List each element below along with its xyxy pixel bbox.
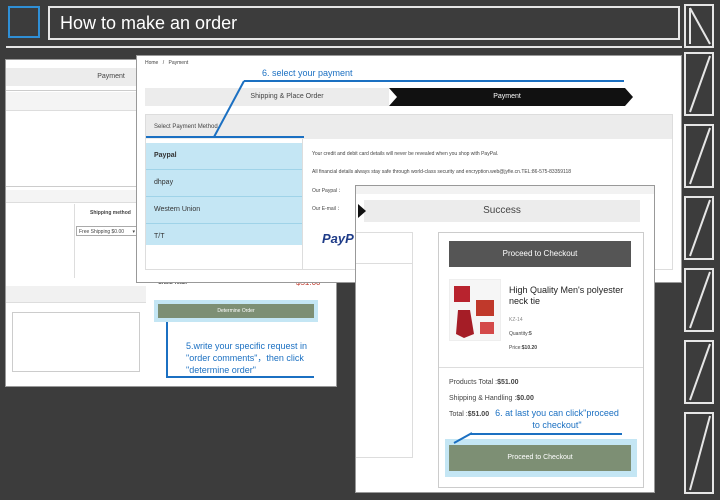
callout-5-text: 5.write your specific request in "order …: [186, 341, 308, 375]
slash-icon: [689, 343, 711, 401]
method-dhpay[interactable]: dhpay: [146, 170, 302, 197]
slash-icon: [689, 415, 711, 491]
slash-icon: [689, 271, 711, 329]
quantity-row: Quantity:5: [509, 331, 532, 337]
shipping-row: Shipping & Handling :$0.00: [449, 395, 534, 402]
success-top-strip: [356, 186, 654, 194]
method-tt[interactable]: T/T: [146, 224, 302, 250]
total-row: Total :$51.00: [449, 411, 489, 418]
header-divider: [6, 46, 682, 48]
products-total-row: Products Total :$51.00: [449, 379, 519, 386]
side-deco-4: [684, 268, 714, 332]
product-name[interactable]: High Quality Men's polyester neck tie: [509, 285, 633, 307]
callout-7-text: 6. at last you can click"proceed to chec…: [495, 408, 619, 430]
success-left-header: [356, 233, 412, 264]
total-label: Total :: [449, 411, 468, 418]
paypal-info-1: Your credit and debit card details will …: [312, 151, 499, 157]
callout-7-underline: [470, 433, 622, 435]
products-total-value: $51.00: [497, 379, 519, 386]
breadcrumb-current: Payment: [168, 60, 189, 66]
slash-icon: [689, 7, 711, 45]
shipping-label: Shipping & Handling :: [449, 395, 517, 402]
slash-icon: [689, 199, 711, 257]
side-deco-top: [684, 4, 714, 48]
order-comments-textarea[interactable]: [12, 312, 140, 372]
success-left-column: [356, 232, 413, 458]
determine-order-button[interactable]: Determine Order: [158, 304, 314, 318]
side-deco-2: [684, 124, 714, 188]
step-shipping: Shipping & Place Order: [145, 88, 389, 106]
section-header: [6, 92, 146, 111]
step-arrow-icon: [358, 204, 366, 218]
method-western-union[interactable]: Western Union: [146, 197, 302, 224]
divider: [6, 186, 146, 187]
column-divider: [74, 204, 75, 278]
payment-method-list: Paypal dhpay Western Union T/T: [146, 143, 302, 245]
paypal-info-2: All financial details always stay safe t…: [312, 169, 572, 175]
our-email-label: Our E-mail ：: [312, 206, 343, 212]
proceed-checkout-top-button[interactable]: Proceed to Checkout: [449, 241, 631, 267]
breadcrumb-separator: /: [162, 60, 165, 66]
chevron-down-icon: ▾: [132, 229, 135, 235]
side-deco-3: [684, 196, 714, 260]
order-comments-header: [6, 286, 146, 303]
paypal-logo: PayP: [322, 231, 354, 246]
side-deco-5: [684, 340, 714, 404]
slash-icon: [689, 55, 711, 113]
slash-icon: [689, 127, 711, 185]
callout-5-line: [166, 322, 168, 376]
callout-7-pointer: [453, 432, 473, 444]
breadcrumb-home[interactable]: Home: [145, 60, 158, 66]
breadcrumb: Home / Payment: [145, 60, 188, 66]
products-total-label: Products Total :: [449, 379, 498, 386]
header-logo-square: [8, 6, 40, 38]
shipping-select-value: Free Shipping $0.00: [79, 229, 125, 235]
callout-6-underline: [244, 80, 624, 82]
product-thumbnail: [449, 279, 501, 341]
price-value: $10.20: [521, 345, 538, 351]
divider: [439, 367, 643, 368]
success-title: Success: [483, 205, 521, 216]
price-label: Price:: [509, 345, 522, 351]
shipping-method-label: Shipping method: [90, 210, 131, 216]
order-summary-card: Proceed to Checkout High Quality Men's p…: [438, 232, 644, 488]
callout-5-underline: [166, 376, 314, 378]
success-page-screenshot: Success Proceed to Checkout High Quality…: [356, 186, 654, 492]
product-sku: KZ-14: [509, 317, 523, 323]
callout-6-pointer: [213, 80, 245, 138]
total-value: $51.00: [467, 411, 490, 418]
step-payment-label: Payment: [493, 93, 521, 100]
callout-6-bracket: [146, 136, 304, 138]
callout-6-text: 6. select your payment: [262, 68, 353, 78]
side-deco-1: [684, 52, 714, 116]
price-row: Price:$10.20: [509, 345, 537, 351]
shipping-method-select[interactable]: Free Shipping $0.00 ▾: [76, 226, 138, 236]
quantity-value: 5: [529, 331, 532, 337]
divider: [6, 90, 146, 91]
success-step-bar: Success: [364, 200, 640, 222]
step-shipping-label: Shipping & Place Order: [250, 93, 324, 100]
method-paypal[interactable]: Paypal: [146, 143, 302, 170]
side-deco-6: [684, 412, 714, 494]
shipping-value: $0.00: [516, 395, 534, 402]
our-paypal-label: Our Paypal ：: [312, 188, 344, 194]
quantity-label: Quantity:: [509, 331, 530, 337]
necktie-image: [454, 286, 494, 338]
page-title: How to make an order: [48, 6, 680, 40]
proceed-checkout-bottom-button[interactable]: Proceed to Checkout: [449, 445, 631, 471]
